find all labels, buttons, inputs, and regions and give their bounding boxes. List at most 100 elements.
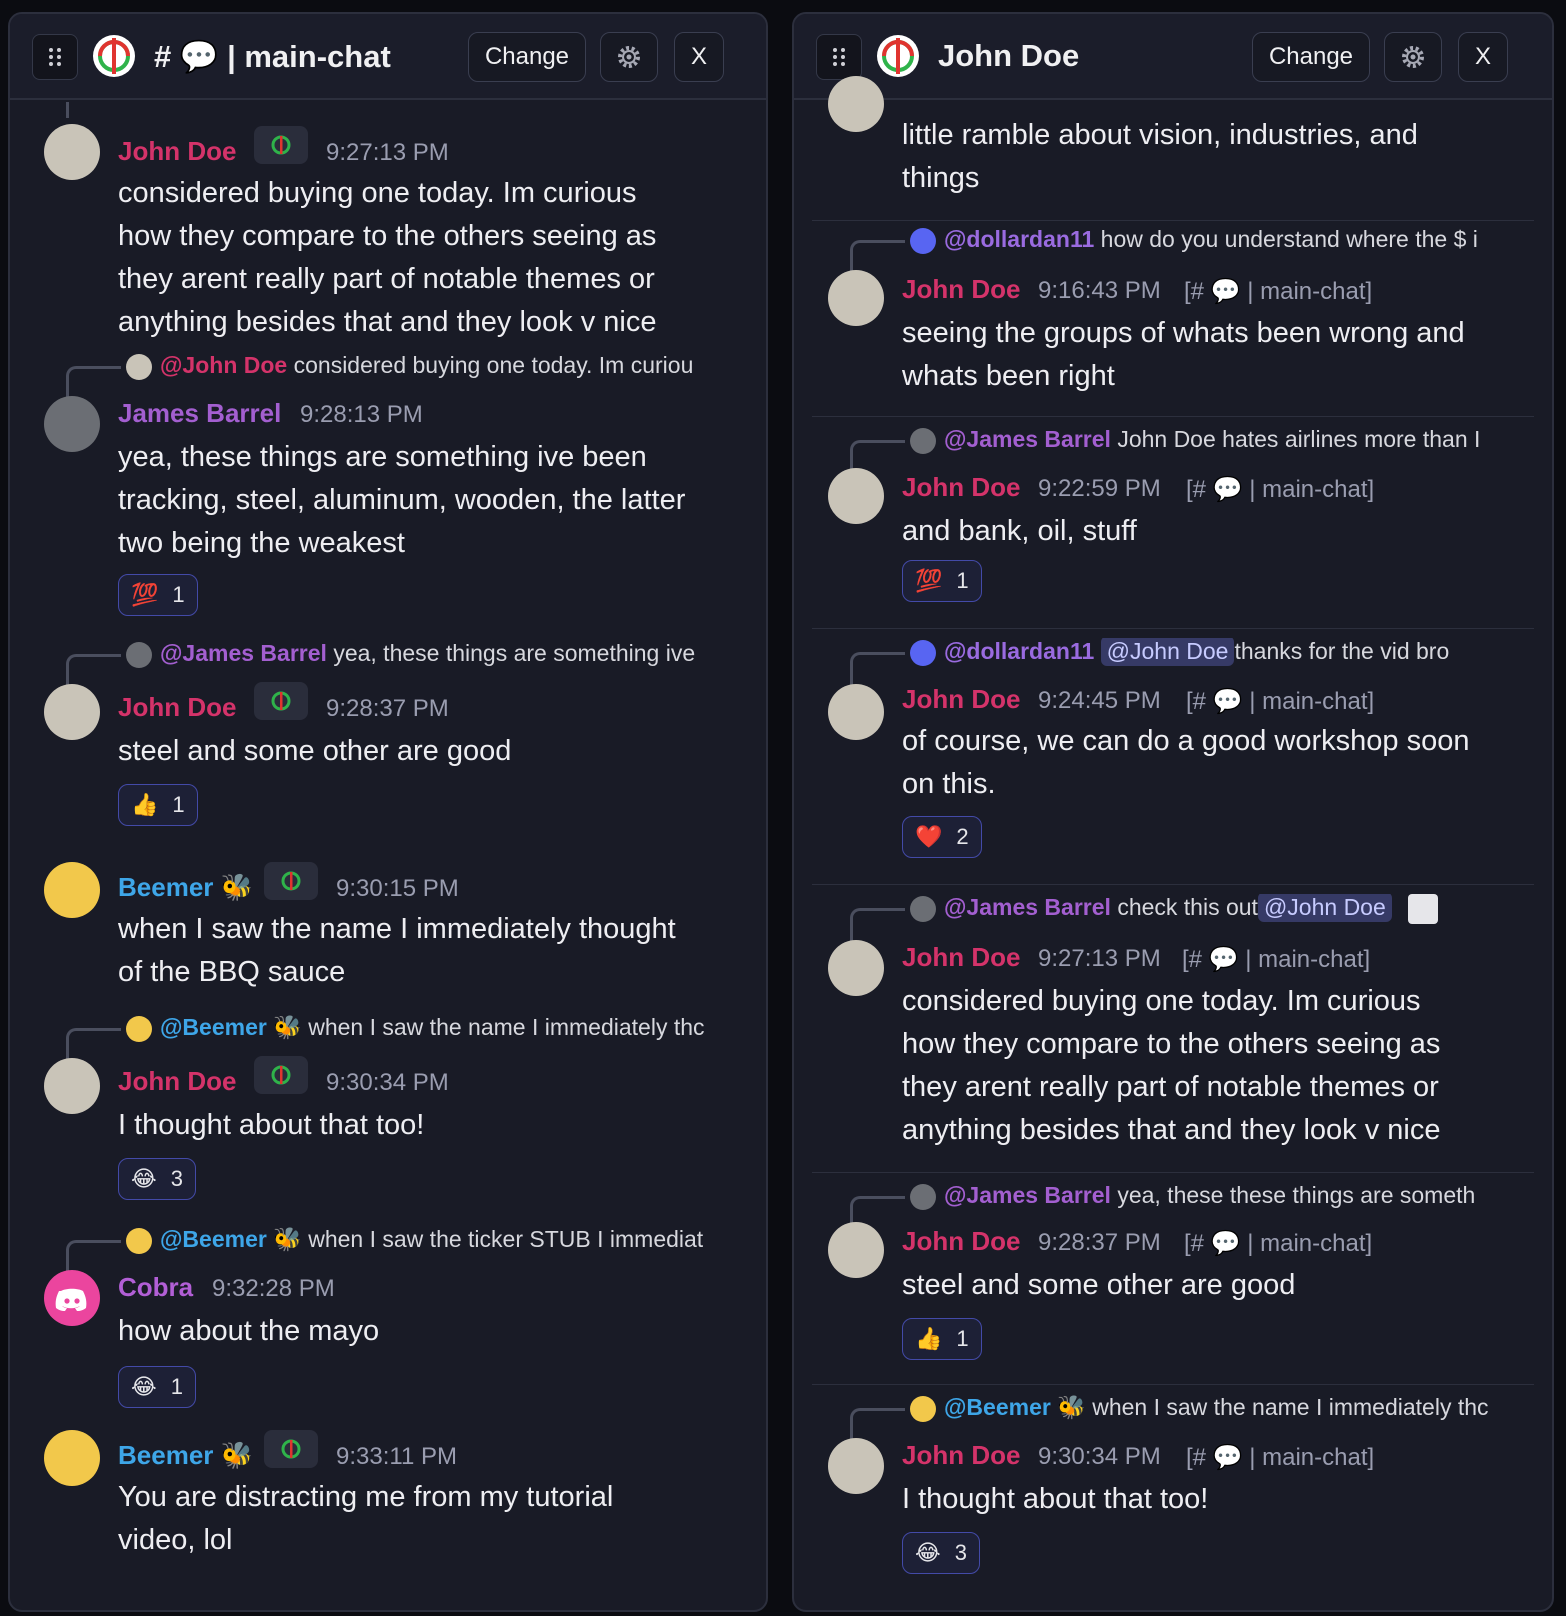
reaction-button[interactable]: 👍 1 — [118, 784, 198, 826]
reaction-button[interactable]: 💯 1 — [118, 574, 198, 616]
reply-preview[interactable]: @James Barrel yea, these these things ar… — [910, 1182, 1532, 1210]
gear-icon[interactable] — [1384, 32, 1442, 82]
channel-link[interactable]: [# 💬 | main-chat] — [1184, 1229, 1372, 1258]
reaction-button[interactable]: 😂 1 — [118, 1366, 196, 1408]
timestamp: 9:32:28 PM — [212, 1275, 335, 1302]
message-body: steel and some other are good — [902, 1269, 1296, 1301]
message-body: how about the mayo — [118, 1315, 380, 1347]
message-body: little ramble about vision, industries, … — [902, 119, 1418, 194]
bot-tag-icon — [254, 126, 308, 164]
author-name[interactable]: John Doe — [902, 942, 1020, 973]
reply-avatar — [910, 896, 936, 922]
message-feed[interactable]: little ramble about vision, industries, … — [794, 76, 1552, 1610]
message-body: I thought about that too! — [118, 1109, 425, 1141]
channel-link[interactable]: [# 💬 | main-chat] — [1186, 475, 1374, 504]
reply-preview[interactable]: @James Barrel check this out @John Doe — [910, 894, 1532, 924]
reaction-button[interactable]: 👍 1 — [902, 1318, 982, 1360]
channel-link[interactable]: [# 💬 | main-chat] — [1182, 945, 1370, 974]
reply-avatar — [126, 641, 152, 668]
message-body: considered buying one today. Im curious … — [118, 177, 657, 338]
avatar — [828, 76, 884, 132]
author-name[interactable]: Beemer 🐝 — [118, 1440, 253, 1471]
reply-preview[interactable]: @dollardan11 how do you understand where… — [910, 226, 1532, 254]
avatar — [44, 862, 100, 918]
reply-avatar — [126, 1015, 152, 1042]
timestamp: 9:30:34 PM — [326, 1069, 449, 1096]
reply-preview[interactable]: @Beemer 🐝 when I saw the ticker STUB I i… — [126, 1226, 746, 1254]
author-name[interactable]: John Doe — [902, 684, 1020, 715]
author-name[interactable]: John Doe — [118, 692, 236, 723]
message-body: I thought about that too! — [902, 1483, 1209, 1515]
target-logo-icon — [93, 35, 135, 77]
author-name[interactable]: John Doe — [902, 1226, 1020, 1257]
message-body: considered buying one today. Im curious … — [902, 985, 1441, 1146]
reply-avatar — [910, 1395, 936, 1422]
reply-avatar — [126, 353, 152, 380]
avatar — [828, 684, 884, 740]
reply-preview[interactable]: @James Barrel John Doe hates airlines mo… — [910, 426, 1532, 454]
reply-preview[interactable]: @James Barrel yea, these things are some… — [126, 640, 746, 668]
author-name[interactable]: John Doe — [902, 472, 1020, 503]
avatar — [44, 124, 100, 180]
message-body: and bank, oil, stuff — [902, 515, 1137, 547]
author-name[interactable]: John Doe — [902, 1440, 1020, 1471]
author-name[interactable]: Beemer 🐝 — [118, 872, 253, 903]
reaction-button[interactable]: 😂 3 — [902, 1532, 980, 1574]
avatar — [828, 468, 884, 524]
image-icon[interactable] — [1408, 894, 1439, 924]
divider — [812, 884, 1534, 885]
timestamp: 9:28:13 PM — [300, 401, 423, 428]
bot-tag-icon — [264, 1430, 318, 1468]
drag-grip-icon[interactable] — [816, 34, 862, 80]
message-body: when I saw the name I immediately though… — [118, 913, 676, 988]
reaction-button[interactable]: 😂 3 — [118, 1158, 196, 1200]
reply-preview[interactable]: @Beemer 🐝 when I saw the name I immediat… — [126, 1014, 746, 1042]
avatar — [44, 684, 100, 740]
divider — [812, 1384, 1534, 1385]
change-button[interactable]: Change — [468, 32, 586, 82]
reaction-button[interactable]: 💯 1 — [902, 560, 982, 602]
reply-avatar — [910, 1183, 936, 1210]
avatar — [828, 270, 884, 326]
message-body: seeing the groups of whats been wrong an… — [902, 317, 1465, 392]
reply-preview[interactable]: @John Doe considered buying one today. I… — [126, 352, 746, 380]
message-feed[interactable]: John Doe 9:27:13 PM considered buying on… — [10, 102, 766, 1610]
close-button[interactable]: X — [1458, 32, 1508, 82]
reply-avatar — [126, 1227, 152, 1254]
chat-panel-left: # 💬 | main-chat Change X John Doe 9:27:1… — [8, 12, 768, 1612]
gear-icon[interactable] — [600, 32, 658, 82]
avatar — [44, 1058, 100, 1114]
bot-tag-icon — [254, 682, 308, 720]
change-button[interactable]: Change — [1252, 32, 1370, 82]
drag-grip-icon[interactable] — [32, 34, 78, 80]
divider — [812, 416, 1534, 417]
channel-link[interactable]: [# 💬 | main-chat] — [1186, 687, 1374, 716]
reaction-button[interactable]: ❤️ 2 — [902, 816, 982, 858]
timestamp: 9:28:37 PM — [1038, 1229, 1161, 1256]
reply-avatar — [910, 427, 936, 454]
avatar — [44, 1430, 100, 1486]
timestamp: 9:27:13 PM — [1038, 945, 1161, 972]
reply-avatar — [910, 639, 936, 666]
timestamp: 9:30:15 PM — [336, 875, 459, 902]
divider — [812, 628, 1534, 629]
author-name[interactable]: Cobra — [118, 1272, 193, 1303]
panel-title: John Doe — [938, 38, 1080, 73]
timestamp: 9:27:13 PM — [326, 139, 449, 166]
close-button[interactable]: X — [674, 32, 724, 82]
reply-avatar — [910, 227, 936, 254]
reply-preview[interactable]: @dollardan11 @John Doe thanks for the vid… — [910, 638, 1532, 666]
author-name[interactable]: John Doe — [902, 274, 1020, 305]
avatar — [828, 1222, 884, 1278]
divider — [812, 220, 1534, 221]
bot-tag-icon — [264, 862, 318, 900]
channel-link[interactable]: [# 💬 | main-chat] — [1184, 277, 1372, 306]
reply-preview[interactable]: @Beemer 🐝 when I saw the name I immediat… — [910, 1394, 1532, 1422]
author-name[interactable]: James Barrel — [118, 398, 281, 429]
divider — [812, 1172, 1534, 1173]
timestamp: 9:30:34 PM — [1038, 1443, 1161, 1470]
panel-title: # 💬 | main-chat — [154, 39, 391, 74]
author-name[interactable]: John Doe — [118, 136, 236, 167]
author-name[interactable]: John Doe — [118, 1066, 236, 1097]
channel-link[interactable]: [# 💬 | main-chat] — [1186, 1443, 1374, 1472]
